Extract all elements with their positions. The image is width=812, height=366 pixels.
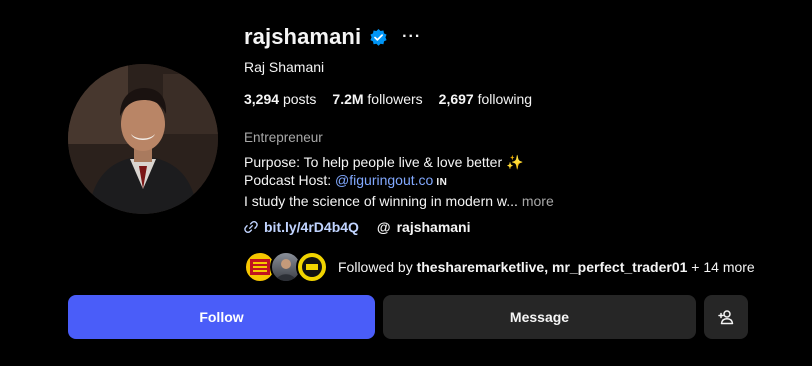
verified-badge-icon xyxy=(369,28,388,47)
following-stat[interactable]: 2,697 following xyxy=(439,91,532,107)
followed-by[interactable]: Followed by thesharemarketlive, mr_perfe… xyxy=(244,251,784,283)
followers-count: 7.2M xyxy=(332,91,364,107)
posts-label: posts xyxy=(282,91,317,107)
threads-icon: @ xyxy=(376,219,391,235)
profile-info: rajshamani ··· Raj Shamani 3,294 posts 7… xyxy=(244,22,784,283)
followers-stat[interactable]: 7.2M followers xyxy=(332,91,422,107)
external-link[interactable]: bit.ly/4rD4b4Q xyxy=(244,219,359,235)
follower-avatar xyxy=(296,251,328,283)
followers-label: followers xyxy=(367,91,423,107)
external-link-label: bit.ly/4rD4b4Q xyxy=(264,219,359,235)
message-button[interactable]: Message xyxy=(383,295,696,339)
followed-by-prefix: Followed by xyxy=(338,259,417,275)
followed-by-avatars xyxy=(244,251,328,283)
profile-links: bit.ly/4rD4b4Q @ rajshamani xyxy=(244,219,784,235)
bio-line-2-prefix: Podcast Host: xyxy=(244,172,336,188)
threads-link[interactable]: @ rajshamani xyxy=(377,219,471,235)
link-icon xyxy=(244,221,258,233)
bio-line-1: Purpose: To help people live & love bett… xyxy=(244,154,524,170)
bio: Purpose: To help people live & love bett… xyxy=(244,153,784,210)
posts-stat: 3,294 posts xyxy=(244,91,316,107)
username-row: rajshamani ··· xyxy=(244,22,784,52)
profile-avatar[interactable] xyxy=(68,64,218,214)
add-person-icon xyxy=(718,310,734,325)
more-options-icon[interactable]: ··· xyxy=(402,29,421,45)
follow-button[interactable]: Follow xyxy=(68,295,375,339)
followed-by-text: Followed by thesharemarketlive, mr_perfe… xyxy=(338,259,755,275)
profile-stats: 3,294 posts 7.2M followers 2,697 followi… xyxy=(244,91,784,107)
bio-line-3: I study the science of winning in modern… xyxy=(244,192,784,210)
bio-more-button[interactable]: more xyxy=(522,193,554,209)
bio-line-3-text: I study the science of winning in modern… xyxy=(244,193,518,209)
following-count: 2,697 xyxy=(438,91,474,107)
country-tag: IN xyxy=(436,177,448,188)
username: rajshamani xyxy=(244,24,362,49)
profile-category: Entrepreneur xyxy=(244,130,323,145)
bio-line-2: Podcast Host: @figuringout.co IN xyxy=(244,171,784,192)
threads-handle: rajshamani xyxy=(396,219,471,235)
followed-by-names: thesharemarketlive, mr_perfect_trader01 xyxy=(416,259,688,275)
bio-mention-link[interactable]: @figuringout.co xyxy=(335,172,433,188)
posts-count: 3,294 xyxy=(244,91,280,107)
suggest-users-button[interactable] xyxy=(704,295,748,339)
following-label: following xyxy=(477,91,533,107)
followed-by-suffix: + 14 more xyxy=(687,259,755,275)
full-name: Raj Shamani xyxy=(244,59,325,75)
profile-photo xyxy=(68,64,218,214)
